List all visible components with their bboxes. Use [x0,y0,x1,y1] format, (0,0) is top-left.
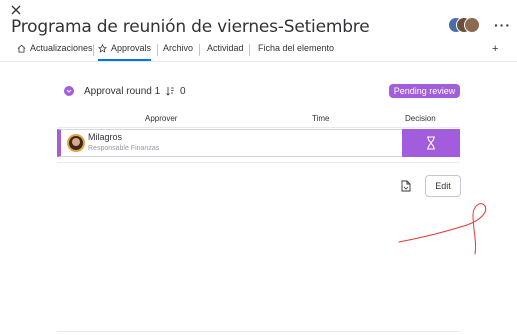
approval-count: 0 [180,86,186,97]
approver-name: Milagros [88,132,123,142]
approver-role: Responsable Finanzas [88,145,160,152]
page-title: Programa de reunión de viernes-Setiembre [11,17,370,37]
column-header-decision: Decision [405,114,436,123]
star-icon [98,43,107,53]
signature-drawing [398,203,487,255]
chevron-down-icon [66,89,72,93]
column-header-approver: Approver [145,114,178,123]
divider [157,44,158,56]
tab-updates[interactable]: Actualizaciones [17,43,93,53]
column-header-time: Time [312,114,330,123]
tab-label: Actividad [207,43,244,53]
add-tab-button[interactable]: + [492,43,498,55]
table-row[interactable]: Milagros Responsable Finanzas [57,129,460,157]
decision-cell[interactable] [402,129,460,157]
tab-bar: Actualizaciones Approvals Archivo Activi… [0,40,517,62]
tab-files[interactable]: Archivo [163,43,193,53]
home-icon [17,44,26,53]
hourglass-icon [427,136,435,150]
divider [57,162,460,163]
divider [93,44,94,56]
divider [249,44,250,56]
tab-label: Archivo [163,43,194,53]
more-options-icon[interactable]: ··· [494,17,511,33]
close-icon[interactable] [9,3,23,17]
divider [57,127,460,128]
tab-activity[interactable]: Actividad [207,43,244,53]
status-badge: Pending review [389,84,460,98]
divider [199,44,200,56]
tab-item-card[interactable]: Ficha del elemento [258,43,334,53]
document-icon[interactable] [400,180,412,192]
tab-label: Approvals [111,43,152,53]
approval-round-label: Approval round 1 [84,86,161,97]
tab-label: Actualizaciones [30,43,93,53]
tab-approvals[interactable]: Approvals [98,43,152,61]
subscribers-avatars[interactable] [448,17,480,35]
avatar [464,17,480,33]
avatar [67,134,85,152]
tab-label: Ficha del elemento [258,43,335,53]
edit-button[interactable]: Edit [425,175,461,197]
collapse-round-button[interactable] [64,86,74,96]
sort-icon[interactable] [165,86,175,96]
divider [57,331,460,332]
